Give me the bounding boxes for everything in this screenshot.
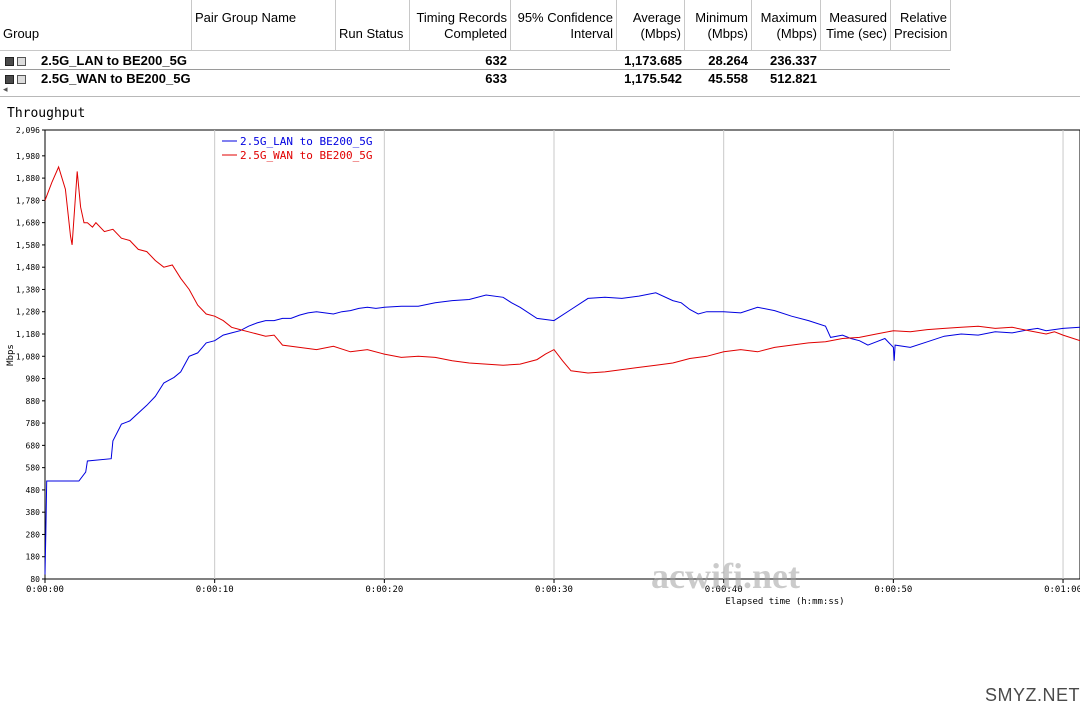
col-run-status[interactable]: Run Status (336, 0, 410, 51)
table-header: Group Pair Group Name Run Status Timing … (0, 0, 1080, 52)
chart-svg: 0:00:00 0:00:10 0:00:20 0:00:30 0:00:40 0:00:… (6, 126, 1080, 607)
y-tick-label: 880 (26, 397, 41, 406)
throughput-graph: Throughput 0:00:00 0:00:10 0:00:20 0:00:30 0… (0, 97, 1080, 705)
x-tick-label: 0:01:00 (1044, 585, 1080, 595)
x-tick-label: 0:00:20 (365, 585, 403, 595)
pair-icon (5, 57, 14, 67)
y-tick-label: 1,480 (16, 263, 40, 272)
row-minimum: 28.264 (708, 53, 748, 68)
y-tick-label: 280 (26, 530, 41, 539)
y-tick-label: 1,180 (16, 330, 40, 339)
y-tick-label: 580 (26, 464, 41, 473)
y-tick-label: 80 (30, 575, 40, 584)
x-tick-label: 0:00:00 (26, 585, 64, 595)
y-tick-label: 1,280 (16, 308, 40, 317)
scroll-arrow-icon[interactable]: ◂ (3, 84, 8, 95)
expand-icon[interactable] (17, 75, 26, 85)
results-table: Group Pair Group Name Run Status Timing … (0, 0, 1080, 97)
col-pair-group-name[interactable]: Pair Group Name (192, 0, 336, 51)
x-tick-label: 0:00:10 (196, 585, 234, 595)
y-tick-label: 480 (26, 486, 41, 495)
watermark-smyz: SMYZ.NET (985, 685, 1080, 705)
y-tick-label: 1,980 (16, 152, 40, 161)
y-tick-label: 980 (26, 375, 41, 384)
y-tick-label: 1,080 (16, 352, 40, 361)
y-tick-label: 1,580 (16, 241, 40, 250)
legend-label: 2.5G_LAN to BE200_5G (240, 135, 372, 148)
watermark-acwifi: acwifi.net (651, 556, 800, 596)
table-row[interactable]: 2.5G_WAN to BE200_5G 633 1,175.542 45.55… (0, 70, 1080, 87)
expand-icon[interactable] (17, 57, 26, 67)
col-timing-records[interactable]: Timing Records Completed (410, 0, 511, 51)
col-maximum[interactable]: Maximum (Mbps) (752, 0, 821, 51)
y-tick-label: 680 (26, 441, 41, 450)
row-average: 1,173.685 (624, 53, 682, 68)
row-records: 632 (485, 53, 507, 68)
col-average[interactable]: Average (Mbps) (617, 0, 685, 51)
row-maximum: 236.337 (770, 53, 817, 68)
col-group[interactable]: Group (0, 0, 192, 51)
row-minimum: 45.558 (708, 71, 748, 86)
col-relative-precision[interactable]: Relative Precision (891, 0, 951, 51)
plot-area (44, 129, 1080, 580)
x-tick-label: 0:00:50 (874, 585, 912, 595)
y-tick-label: 2,096 (16, 126, 40, 135)
col-minimum[interactable]: Minimum (Mbps) (685, 0, 752, 51)
row-group: 2.5G_WAN to BE200_5G (41, 71, 191, 86)
x-tick-label: 0:00:30 (535, 585, 573, 595)
y-tick-label: 780 (26, 419, 41, 428)
y-axis-label: Mbps (6, 344, 16, 366)
row-average: 1,175.542 (624, 71, 682, 86)
y-tick-label: 180 (26, 553, 41, 562)
col-measured-time[interactable]: Measured Time (sec) (821, 0, 891, 51)
y-tick-label: 380 (26, 508, 41, 517)
y-tick-label: 1,780 (16, 196, 40, 205)
legend-label: 2.5G_WAN to BE200_5G (240, 149, 372, 162)
pair-icon (5, 75, 14, 85)
row-records: 633 (485, 71, 507, 86)
row-icons (5, 52, 29, 69)
row-group: 2.5G_LAN to BE200_5G (41, 53, 187, 68)
y-tick-label: 1,880 (16, 174, 40, 183)
row-maximum: 512.821 (770, 71, 817, 86)
table-row[interactable]: 2.5G_LAN to BE200_5G 632 1,173.685 28.26… (0, 52, 1080, 69)
y-tick-label: 1,380 (16, 285, 40, 294)
x-axis-label: Elapsed time (h:mm:ss) (725, 597, 844, 607)
row-icons (5, 70, 29, 87)
y-tick-label: 1,680 (16, 219, 40, 228)
col-confidence[interactable]: 95% Confidence Interval (511, 0, 617, 51)
